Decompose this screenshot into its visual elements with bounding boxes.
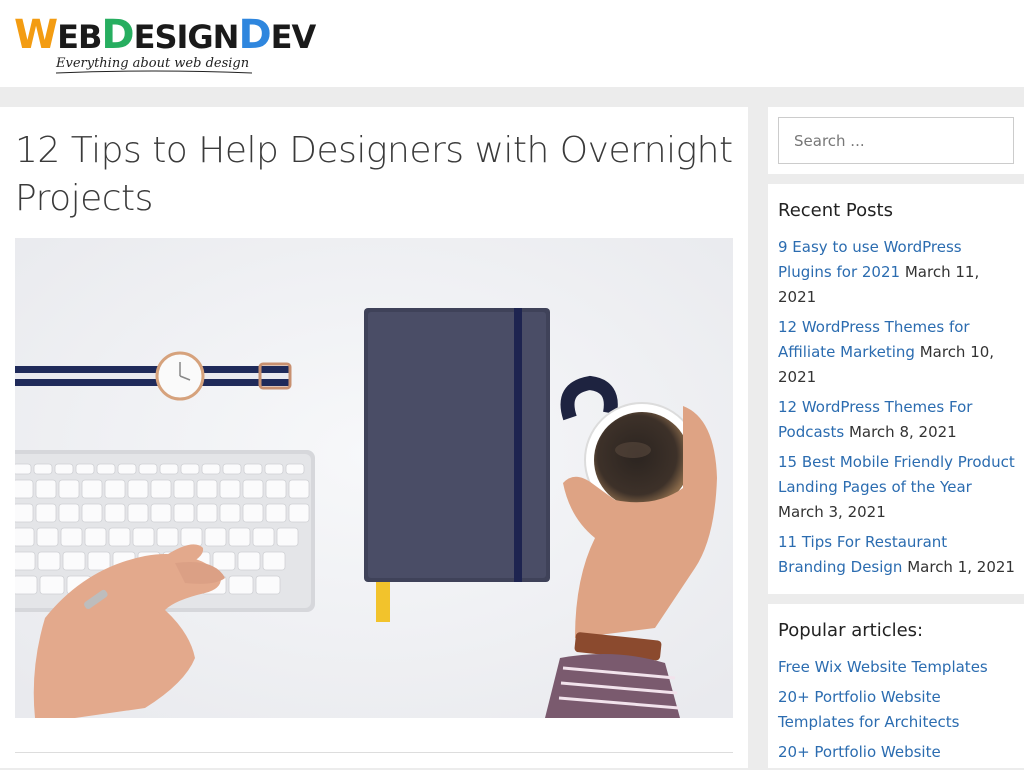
recent-post-link[interactable]: 15 Best Mobile Friendly Product Landing … bbox=[778, 453, 1015, 496]
search-widget bbox=[768, 107, 1024, 174]
list-item: 12 WordPress Themes For Podcasts March 8… bbox=[778, 395, 1018, 445]
logo-letters-eb: EB bbox=[57, 18, 102, 56]
featured-image bbox=[15, 238, 733, 718]
list-item: 15 Best Mobile Friendly Product Landing … bbox=[778, 450, 1018, 525]
logo-letters-esign: ESIGN bbox=[133, 18, 240, 56]
logo-letter-w: W bbox=[14, 12, 58, 58]
popular-articles-widget: Popular articles: Free Wix Website Templ… bbox=[768, 604, 1024, 768]
logo-letters-ev: EV bbox=[270, 18, 317, 56]
popular-articles-list: Free Wix Website Templates 20+ Portfolio… bbox=[778, 655, 1018, 770]
list-item: 20+ Portfolio Website Templates for Arch… bbox=[778, 685, 1018, 735]
notebook bbox=[364, 308, 550, 622]
logo-swoosh-icon bbox=[55, 70, 253, 74]
logo-wordmark: W EB D ESIGN D EV bbox=[14, 12, 317, 58]
recent-posts-title: Recent Posts bbox=[778, 200, 893, 221]
popular-article-link[interactable]: 20+ Portfolio Website Templates for Arch… bbox=[778, 688, 960, 731]
search-input[interactable] bbox=[778, 117, 1014, 164]
article: 12 Tips to Help Designers with Overnight… bbox=[0, 107, 748, 768]
post-date: March 1, 2021 bbox=[907, 558, 1015, 576]
list-item: 12 WordPress Themes for Affiliate Market… bbox=[778, 315, 1018, 390]
page-title: 12 Tips to Help Designers with Overnight… bbox=[15, 130, 733, 219]
recent-posts-widget: Recent Posts 9 Easy to use WordPress Plu… bbox=[768, 184, 1024, 594]
popular-article-link[interactable]: Free Wix Website Templates bbox=[778, 658, 988, 676]
site-header: W EB D ESIGN D EV Everything about web design bbox=[0, 0, 1024, 87]
post-date: March 8, 2021 bbox=[848, 423, 957, 441]
logo-letter-d2: D bbox=[238, 12, 271, 58]
recent-posts-list: 9 Easy to use WordPress Plugins for 2021… bbox=[778, 235, 1018, 585]
site-logo[interactable]: W EB D ESIGN D EV Everything about web design bbox=[14, 12, 317, 76]
logo-letter-d: D bbox=[101, 12, 134, 58]
list-item: 11 Tips For Restaurant Branding Design M… bbox=[778, 530, 1018, 580]
popular-article-link[interactable]: 20+ Portfolio Website bbox=[778, 743, 941, 761]
post-date: March 3, 2021 bbox=[778, 503, 886, 521]
list-item: 9 Easy to use WordPress Plugins for 2021… bbox=[778, 235, 1018, 310]
list-item: 20+ Portfolio Website bbox=[778, 740, 1018, 765]
list-item: Free Wix Website Templates bbox=[778, 655, 1018, 680]
article-divider bbox=[15, 752, 733, 753]
desk-photo-illustration bbox=[15, 238, 733, 718]
popular-articles-title: Popular articles: bbox=[778, 620, 924, 641]
